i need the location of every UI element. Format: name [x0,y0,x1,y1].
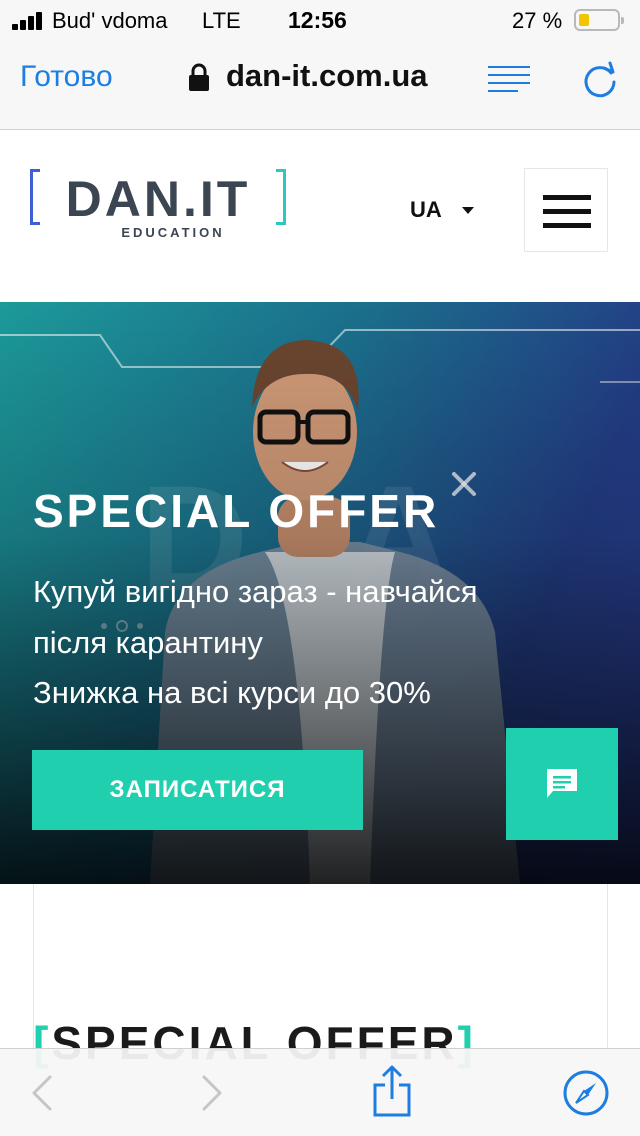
battery-percentage: 27 % [512,8,563,33]
browser-address-bar: Готово dan-it.com.ua [0,40,640,130]
signal-strength-icon [12,12,46,30]
reader-view-icon[interactable] [488,66,530,92]
reload-icon[interactable] [580,60,620,100]
page: Bud' vdoma LTE 12:56 27 % Готово dan-it.… [0,0,640,1136]
chevron-down-icon[interactable] [462,207,474,214]
compass-icon[interactable] [562,1069,610,1117]
hero-text-line: Знижка на всі курси до 30% [33,675,431,710]
forward-icon[interactable] [190,1071,234,1115]
done-button[interactable]: Готово [20,60,113,94]
site-header: DAN.IT EDUCATION UA [0,131,640,301]
carrier-name: Bud' vdoma [52,8,168,33]
browser-toolbar [0,1048,640,1136]
battery-icon [574,9,624,31]
logo-bracket-right [276,169,286,225]
logo-subtext: EDUCATION [121,225,225,240]
sign-up-button[interactable]: ЗАПИСАТИСЯ [32,750,363,830]
language-selector[interactable]: UA [410,197,442,223]
status-time: 12:56 [288,7,347,33]
status-bar: Bud' vdoma LTE 12:56 27 % [0,0,640,40]
battery-level [579,14,589,26]
hamburger-menu-icon[interactable] [524,168,608,252]
chat-button[interactable] [506,728,618,840]
dan-it-logo[interactable]: DAN.IT EDUCATION [30,167,286,247]
url-field[interactable]: dan-it.com.ua [226,58,428,94]
hero-banner: D A SPECIAL OFFER Купуй вигідно зараз - … [0,302,640,884]
hero-text-line: Купуй вигідно зараз - навчайся [33,574,478,609]
share-icon[interactable] [370,1063,414,1119]
hero-text-line: після карантину [33,625,263,660]
hero-title: SPECIAL OFFER [33,485,440,537]
network-type: LTE [202,8,241,33]
back-icon[interactable] [22,1071,66,1115]
logo-text: DAN.IT [65,171,251,227]
chat-bubble-icon [547,769,577,798]
lock-icon [189,63,209,91]
